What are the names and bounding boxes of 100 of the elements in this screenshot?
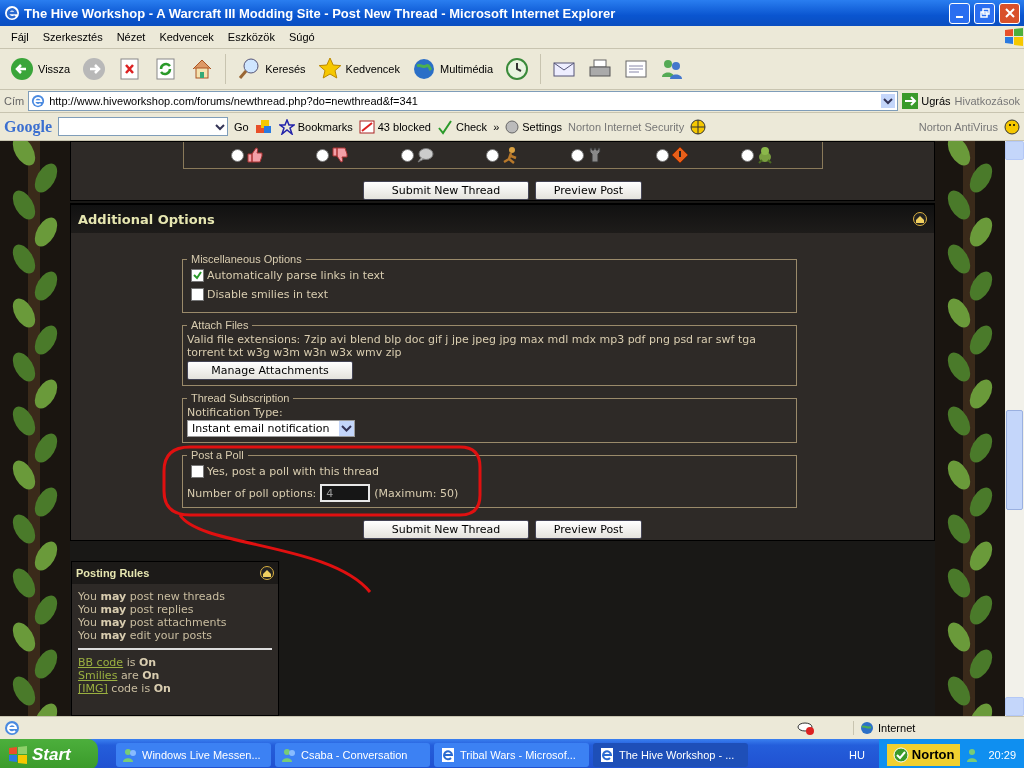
post-icon-option[interactable] bbox=[401, 146, 434, 164]
poll-options-field[interactable]: 4 bbox=[320, 484, 371, 502]
rule-text: You may post attachments bbox=[78, 616, 228, 629]
collapse-arrow-icon bbox=[916, 215, 924, 223]
taskbar-button[interactable]: Windows Live Messen... bbox=[116, 742, 271, 767]
help-link[interactable]: BB code bbox=[78, 656, 124, 669]
notification-select[interactable]: Instant email notification bbox=[187, 420, 355, 437]
warning-sign-icon bbox=[671, 146, 689, 164]
panel-title: Posting Rules bbox=[76, 567, 150, 579]
group-legend: Miscellaneous Options bbox=[187, 253, 306, 265]
bookmarks-button[interactable]: Bookmarks bbox=[278, 118, 353, 135]
close-button[interactable] bbox=[999, 2, 1020, 24]
radio-button[interactable] bbox=[231, 148, 244, 162]
manage-attachments-button[interactable]: Manage Attachments bbox=[187, 361, 353, 380]
menu-item[interactable]: Fájl bbox=[4, 31, 36, 43]
address-field[interactable]: http://www.hiveworkshop.com/forums/newthread.php?do=newthread&f=341 bbox=[28, 91, 899, 111]
radio-button[interactable] bbox=[401, 148, 414, 162]
google-logo: Google bbox=[4, 117, 52, 136]
cubes-icon bbox=[254, 118, 273, 135]
popup-blocker-button[interactable]: 43 blocked bbox=[358, 118, 431, 135]
links-label[interactable]: Hivatkozások bbox=[954, 95, 1020, 107]
browser-e-icon bbox=[440, 746, 456, 763]
post-icon-option[interactable] bbox=[741, 146, 774, 164]
post-icon-option[interactable] bbox=[316, 146, 349, 164]
rule-text: You may edit your posts bbox=[78, 629, 214, 642]
rule-setting-text: BB code is On bbox=[78, 656, 158, 669]
checkbox-option[interactable]: Yes, post a poll with this thread bbox=[191, 465, 380, 478]
preview-post-button[interactable]: Preview Post bbox=[535, 520, 642, 539]
help-link[interactable]: Smilies bbox=[78, 669, 118, 682]
rule-text: You may post replies bbox=[78, 603, 195, 616]
toolbar-button[interactable]: Kedvencek bbox=[313, 55, 404, 83]
radio-button[interactable] bbox=[486, 148, 499, 162]
preview-post-button[interactable]: Preview Post bbox=[535, 181, 642, 200]
toolbar-button[interactable]: Multimédia bbox=[408, 55, 498, 83]
menu-item[interactable]: Kedvencek bbox=[152, 31, 221, 43]
settings-button[interactable]: Settings bbox=[505, 119, 562, 134]
menu-item[interactable]: Súgó bbox=[281, 31, 322, 43]
taskbar-button[interactable]: Tribal Wars - Microsof... bbox=[434, 742, 589, 767]
norton-security-label[interactable]: Norton Internet Security bbox=[568, 120, 685, 133]
radio-button[interactable] bbox=[656, 148, 669, 162]
group-legend: Thread Subscription bbox=[187, 392, 294, 404]
post-icon-option[interactable] bbox=[231, 146, 264, 164]
submit-thread-button[interactable]: Submit New Thread bbox=[363, 520, 529, 539]
notification-type-label: Notification Type: bbox=[187, 406, 284, 419]
norton-button[interactable]: Norton bbox=[886, 743, 961, 766]
right-arrow-icon bbox=[902, 93, 919, 109]
submit-thread-button[interactable]: Submit New Thread bbox=[363, 181, 529, 200]
file-extensions-text: Valid file extensions: 7zip avi blend blp doc gif j jpe jpeg jpg max mdl mdx mp3 pdf png psd rar swf tga torrent txt w3g w3m w3n w3x wmv zip bbox=[187, 333, 757, 359]
taskbar-button[interactable]: Csaba - Conversation bbox=[275, 742, 430, 767]
address-input[interactable]: http://www.hiveworkshop.com/forums/newthread.php?do=newthread&f=341 bbox=[49, 95, 878, 107]
norton-antivirus-label[interactable]: Norton AntiVirus bbox=[918, 120, 998, 133]
poll-options-label: Number of poll options: bbox=[187, 486, 317, 500]
minimize-button[interactable] bbox=[949, 2, 970, 24]
checkbox[interactable] bbox=[191, 269, 204, 282]
go-button[interactable]: Go bbox=[234, 120, 249, 133]
help-link[interactable]: [IMG] bbox=[78, 682, 108, 695]
google-search-field[interactable] bbox=[58, 117, 228, 136]
clock-icon bbox=[505, 57, 530, 81]
search-icon bbox=[237, 57, 262, 81]
thumbs-down-icon bbox=[331, 146, 349, 164]
zone-label: Internet bbox=[878, 722, 916, 734]
collapse-button[interactable] bbox=[913, 212, 927, 226]
restore-button[interactable] bbox=[974, 2, 995, 24]
scrollbar[interactable] bbox=[1005, 141, 1024, 716]
checkbox[interactable] bbox=[191, 465, 204, 478]
window-title: The Hive Workshop - A Warcraft III Modding Site - Post New Thread - Microsoft Internet Explorer bbox=[24, 5, 617, 21]
page-icon bbox=[4, 720, 20, 736]
more-chevron[interactable]: » bbox=[493, 120, 500, 133]
creature-icon bbox=[756, 146, 774, 164]
browser-e-icon bbox=[4, 5, 20, 21]
menu-item[interactable]: Nézet bbox=[109, 31, 153, 43]
checkbox[interactable] bbox=[191, 288, 204, 301]
menu-item[interactable]: Szerkesztés bbox=[35, 31, 110, 43]
minimize-icon bbox=[956, 16, 963, 18]
restore-icon bbox=[979, 8, 990, 18]
star-icon bbox=[278, 118, 295, 135]
radio-button[interactable] bbox=[741, 148, 754, 162]
checkbox-option[interactable]: Automatically parse links in text bbox=[191, 269, 385, 282]
radio-button[interactable] bbox=[571, 148, 584, 162]
rule-setting-text: Smilies are On bbox=[78, 669, 161, 682]
address-label: Cím bbox=[4, 95, 25, 107]
language-indicator[interactable]: HU bbox=[838, 748, 875, 761]
toolbar-button[interactable]: Keresés bbox=[233, 55, 310, 83]
post-icon-option[interactable] bbox=[486, 146, 519, 164]
radio-button[interactable] bbox=[316, 148, 329, 162]
toolbar-button[interactable]: Vissza bbox=[6, 55, 75, 83]
menu-item[interactable]: Eszközök bbox=[220, 31, 282, 43]
privacy-eye-icon bbox=[797, 720, 815, 736]
scroll-thumb[interactable] bbox=[1006, 410, 1023, 510]
go-button[interactable]: Ugrás bbox=[902, 93, 951, 109]
star-icon bbox=[317, 57, 342, 81]
collapse-button[interactable] bbox=[260, 566, 274, 580]
people-icon bbox=[281, 746, 297, 763]
clock: 20:29 bbox=[988, 748, 1016, 761]
spell-check-button[interactable]: Check bbox=[436, 118, 488, 135]
maximum-note: (Maximum: 50) bbox=[374, 486, 459, 500]
post-icon-option[interactable] bbox=[656, 146, 689, 164]
windows-flag-icon bbox=[1004, 28, 1024, 46]
taskbar-button[interactable]: The Hive Workshop - ... bbox=[593, 742, 748, 767]
checkbox-option[interactable]: Disable smilies in text bbox=[191, 288, 329, 301]
